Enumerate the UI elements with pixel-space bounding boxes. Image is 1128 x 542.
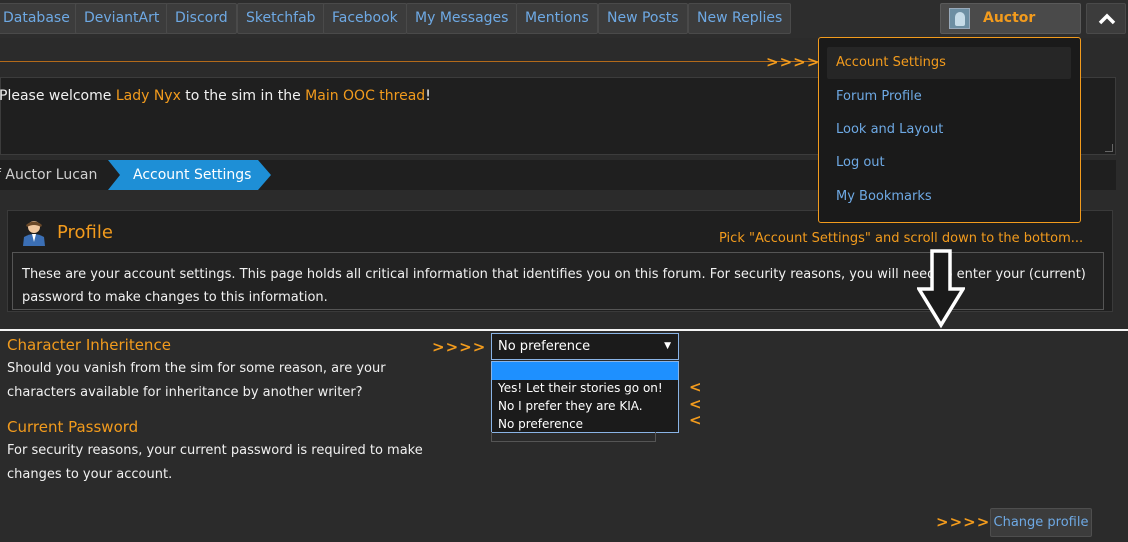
user-dropdown-menu: Account Settings Forum Profile Look and …: [818, 37, 1081, 223]
notice-pre: Please welcome: [0, 88, 116, 104]
resize-grip-icon[interactable]: [1105, 144, 1113, 152]
inheritance-description: Should you vanish from the sim for some …: [7, 361, 386, 400]
current-password-input[interactable]: [491, 432, 656, 442]
instruction-callout: Pick "Account Settings" and scroll down …: [719, 231, 1084, 246]
menu-forum-profile[interactable]: Forum Profile: [836, 89, 922, 104]
nav-discord[interactable]: Discord: [166, 3, 237, 34]
notice-thread-link[interactable]: Main OOC thread: [305, 88, 425, 104]
annotation-arrows: >>>>: [432, 338, 487, 356]
inheritance-selected-value: No preference: [498, 339, 591, 354]
top-nav: Database DeviantArt Discord Sketchfab Fa…: [0, 0, 1128, 55]
user-menu-button[interactable]: Auctor Lucan: [940, 3, 1081, 55]
menu-log-out[interactable]: Log out: [836, 155, 885, 170]
notice-user-link[interactable]: Lady Nyx: [116, 88, 181, 104]
breadcrumb-current-label: Account Settings: [133, 167, 252, 183]
nav-facebook[interactable]: Facebook: [323, 3, 407, 34]
option-yes[interactable]: Yes! Let their stories go on!: [498, 379, 663, 397]
annotation-arrows: >>>>: [936, 513, 991, 531]
option-blank-highlighted[interactable]: [492, 362, 678, 380]
option-no-kia[interactable]: No I prefer they are KIA.: [498, 397, 643, 415]
nav-database[interactable]: Database: [0, 3, 79, 34]
annotation-arrows: >>>>: [766, 53, 821, 71]
inheritance-select[interactable]: No preference ▼: [491, 333, 679, 360]
nav-new-posts[interactable]: New Posts: [598, 3, 688, 34]
collapse-button[interactable]: [1086, 3, 1126, 34]
password-description: For security reasons, your current passw…: [7, 443, 423, 482]
inheritance-title: Character Inheritence: [7, 336, 171, 354]
option-marker: <: [689, 378, 702, 396]
nav-mentions[interactable]: Mentions: [516, 3, 598, 34]
inheritance-options-list: Yes! Let their stories go on! No I prefe…: [491, 361, 679, 433]
nav-sketchfab[interactable]: Sketchfab: [237, 3, 325, 34]
avatar: [949, 8, 970, 29]
menu-look-and-layout[interactable]: Look and Layout: [836, 122, 943, 137]
nav-deviantart[interactable]: DeviantArt: [75, 3, 169, 34]
password-title: Current Password: [7, 418, 139, 436]
menu-account-settings[interactable]: Account Settings: [836, 55, 946, 70]
user-profile-icon: [23, 221, 45, 246]
breadcrumb-parent[interactable]: f Auctor Lucan: [0, 160, 97, 190]
section-divider: [0, 329, 1128, 331]
nav-new-replies[interactable]: New Replies: [688, 3, 792, 34]
notice-text: Please welcome Lady Nyx to the sim in th…: [0, 88, 431, 104]
change-profile-button[interactable]: Change profile: [990, 508, 1092, 537]
chevron-down-icon: ▼: [664, 341, 671, 351]
chevron-up-icon: [1098, 13, 1116, 25]
option-no-preference[interactable]: No preference: [498, 415, 583, 433]
menu-my-bookmarks[interactable]: My Bookmarks: [836, 189, 932, 204]
breadcrumb-current[interactable]: Account Settings: [108, 160, 271, 190]
profile-title: Profile: [57, 222, 113, 243]
nav-my-messages[interactable]: My Messages: [406, 3, 518, 34]
option-marker: <: [689, 411, 702, 429]
down-arrow-icon: [917, 249, 965, 329]
notice-post: !: [425, 88, 431, 104]
divider: [0, 61, 818, 62]
notice-mid: to the sim in the: [180, 88, 306, 104]
